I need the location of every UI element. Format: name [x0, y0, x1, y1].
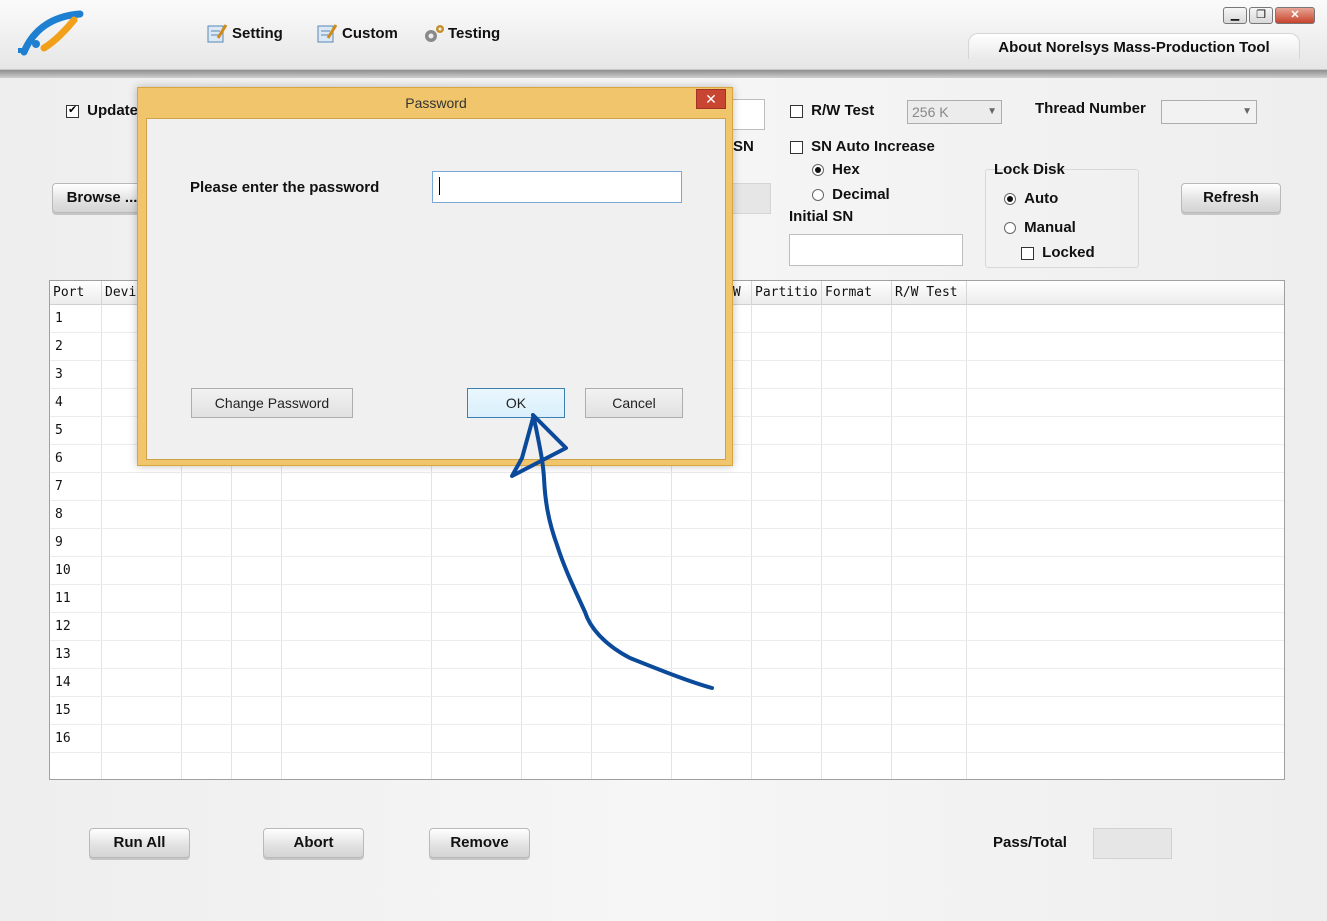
annotation-arrow [510, 413, 714, 690]
